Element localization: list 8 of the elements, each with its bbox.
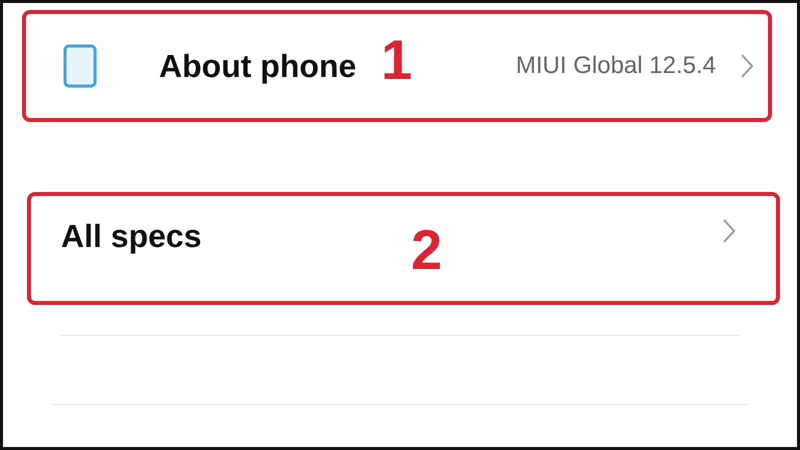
- step-number: 1: [381, 32, 412, 88]
- phone-icon: [63, 44, 97, 88]
- chevron-right-icon: [740, 53, 754, 79]
- chevron-right-icon: [722, 218, 736, 244]
- setting-label: About phone: [159, 48, 356, 84]
- setting-value: MIUI Global 12.5.4: [516, 52, 716, 80]
- step-number: 2: [411, 222, 442, 278]
- setting-label: All specs: [61, 218, 202, 255]
